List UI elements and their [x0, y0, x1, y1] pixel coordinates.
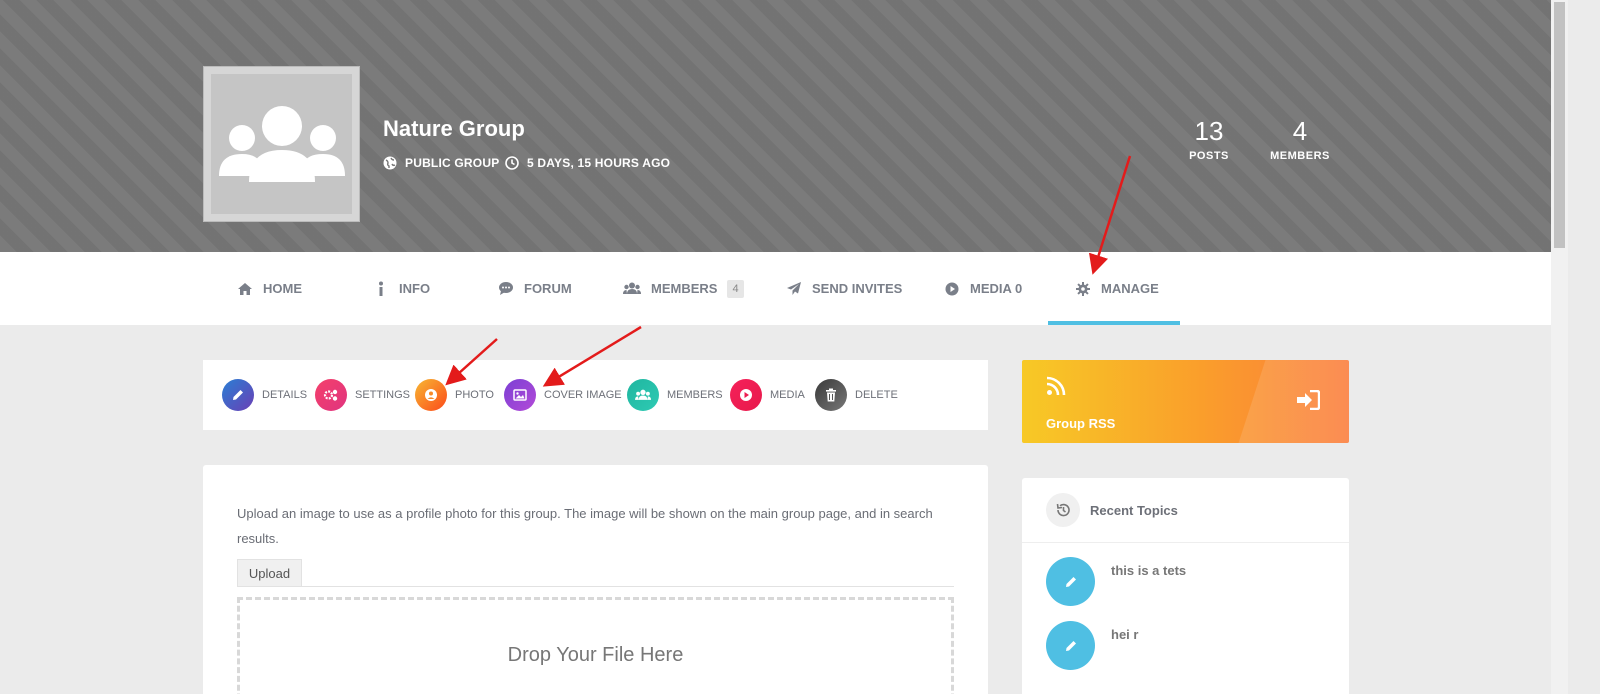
group-nav: HOME INFO FORUM MEMBERS 4 SEND INVITES M…: [0, 252, 1568, 325]
group-privacy-label: PUBLIC GROUP: [405, 156, 500, 170]
nav-info[interactable]: INFO: [373, 252, 430, 325]
scrollbar-thumb[interactable]: [1554, 2, 1565, 248]
users-icon: [627, 379, 659, 411]
posts-stat: 13 POSTS: [1186, 116, 1232, 162]
home-icon: [237, 281, 253, 297]
manage-photo[interactable]: PHOTO: [415, 379, 494, 411]
nav-forum-label: FORUM: [524, 281, 572, 296]
topic-title: this is a tets: [1111, 563, 1187, 578]
group-cover: Nature Group PUBLIC GROUP 5 DAYS, 15 HOU…: [0, 0, 1568, 252]
manage-settings-label: SETTINGS: [355, 389, 411, 401]
topic-title: hei r: [1111, 627, 1139, 642]
play-circle-icon: [944, 281, 960, 297]
image-icon: [504, 379, 536, 411]
nav-media[interactable]: MEDIA 0: [944, 252, 1022, 325]
users-icon: [623, 281, 641, 297]
group-name: Nature Group: [383, 116, 525, 141]
tab-divider: [237, 586, 954, 587]
manage-settings[interactable]: SETTINGS: [315, 379, 410, 411]
group-last-active: 5 DAYS, 15 HOURS AGO: [505, 156, 670, 170]
group-last-active-label: 5 DAYS, 15 HOURS AGO: [527, 156, 671, 170]
paper-plane-icon: [786, 281, 802, 297]
manage-cover-image[interactable]: COVER IMAGE: [504, 379, 622, 411]
gear-icon: [1075, 281, 1091, 297]
manage-details[interactable]: DETAILS: [222, 379, 307, 411]
nav-info-label: INFO: [399, 281, 431, 296]
cogs-icon: [315, 379, 347, 411]
manage-details-label: DETAILS: [262, 389, 308, 401]
nav-home-label: HOME: [263, 281, 302, 296]
nav-send-invites[interactable]: SEND INVITES: [786, 252, 902, 325]
manage-photo-label: PHOTO: [455, 389, 494, 401]
manage-media[interactable]: MEDIA: [730, 379, 805, 411]
dropzone-label: Drop Your File Here: [507, 644, 684, 666]
nav-active-indicator: [1048, 321, 1180, 325]
manage-members-label: MEMBERS: [667, 389, 723, 401]
manage-cover-image-label: COVER IMAGE: [544, 389, 622, 401]
topic-item[interactable]: hei r: [1046, 621, 1138, 670]
play-circle-icon: [730, 379, 762, 411]
group-rss-widget[interactable]: Group RSS: [1022, 360, 1349, 443]
manage-delete-label: DELETE: [855, 389, 898, 401]
group-privacy: PUBLIC GROUP: [383, 156, 499, 170]
history-icon: [1046, 493, 1080, 527]
pencil-icon: [1046, 621, 1095, 670]
nav-members[interactable]: MEMBERS 4: [623, 252, 744, 325]
manage-menu: DETAILS SETTINGS PHOTO COVER IMAGE MEMBE…: [203, 360, 988, 430]
recent-topics-widget: Recent Topics this is a tets hei r: [1022, 478, 1349, 694]
group-avatar-placeholder: [211, 74, 352, 214]
sign-in-icon: [1296, 389, 1321, 414]
rss-shade: [1238, 360, 1349, 443]
upload-description: Upload an image to use as a profile phot…: [237, 506, 933, 546]
user-circle-icon: [415, 379, 447, 411]
members-count-badge: 4: [727, 279, 744, 298]
manage-media-label: MEDIA: [770, 389, 805, 401]
page-scrollbar[interactable]: [1551, 0, 1568, 694]
clock-icon: [505, 156, 519, 170]
nav-manage-label: MANAGE: [1101, 281, 1159, 296]
posts-label: POSTS: [1189, 150, 1229, 162]
tab-upload[interactable]: Upload: [237, 559, 302, 587]
photo-upload-card: Upload an image to use as a profile phot…: [203, 465, 988, 694]
nav-members-label: MEMBERS: [651, 281, 718, 296]
nav-home[interactable]: HOME: [237, 252, 302, 325]
members-stat: 4 MEMBERS: [1268, 116, 1332, 162]
trash-icon: [815, 379, 847, 411]
manage-delete[interactable]: DELETE: [815, 379, 898, 411]
info-icon: [373, 281, 389, 297]
nav-forum[interactable]: FORUM: [498, 252, 572, 325]
pencil-icon: [1046, 557, 1095, 606]
pencil-icon: [222, 379, 254, 411]
recent-topics-header: Recent Topics: [1022, 478, 1349, 543]
globe-icon: [383, 156, 397, 170]
recent-topics-title: Recent Topics: [1090, 502, 1178, 518]
nav-send-invites-label: SEND INVITES: [812, 281, 903, 296]
nav-media-label: MEDIA 0: [970, 281, 1023, 296]
comment-icon: [498, 281, 514, 297]
manage-members[interactable]: MEMBERS: [627, 379, 723, 411]
topic-item[interactable]: this is a tets: [1046, 557, 1186, 606]
rss-icon: [1046, 376, 1066, 400]
file-dropzone[interactable]: Drop Your File Here: [237, 597, 954, 694]
members-label: MEMBERS: [1270, 150, 1330, 162]
members-count: 4: [1292, 116, 1308, 146]
rss-title: Group RSS: [1046, 416, 1116, 431]
nav-manage[interactable]: MANAGE: [1075, 252, 1159, 325]
group-people-icon: [219, 106, 345, 182]
group-avatar[interactable]: [203, 66, 360, 222]
posts-count: 13: [1194, 116, 1224, 146]
